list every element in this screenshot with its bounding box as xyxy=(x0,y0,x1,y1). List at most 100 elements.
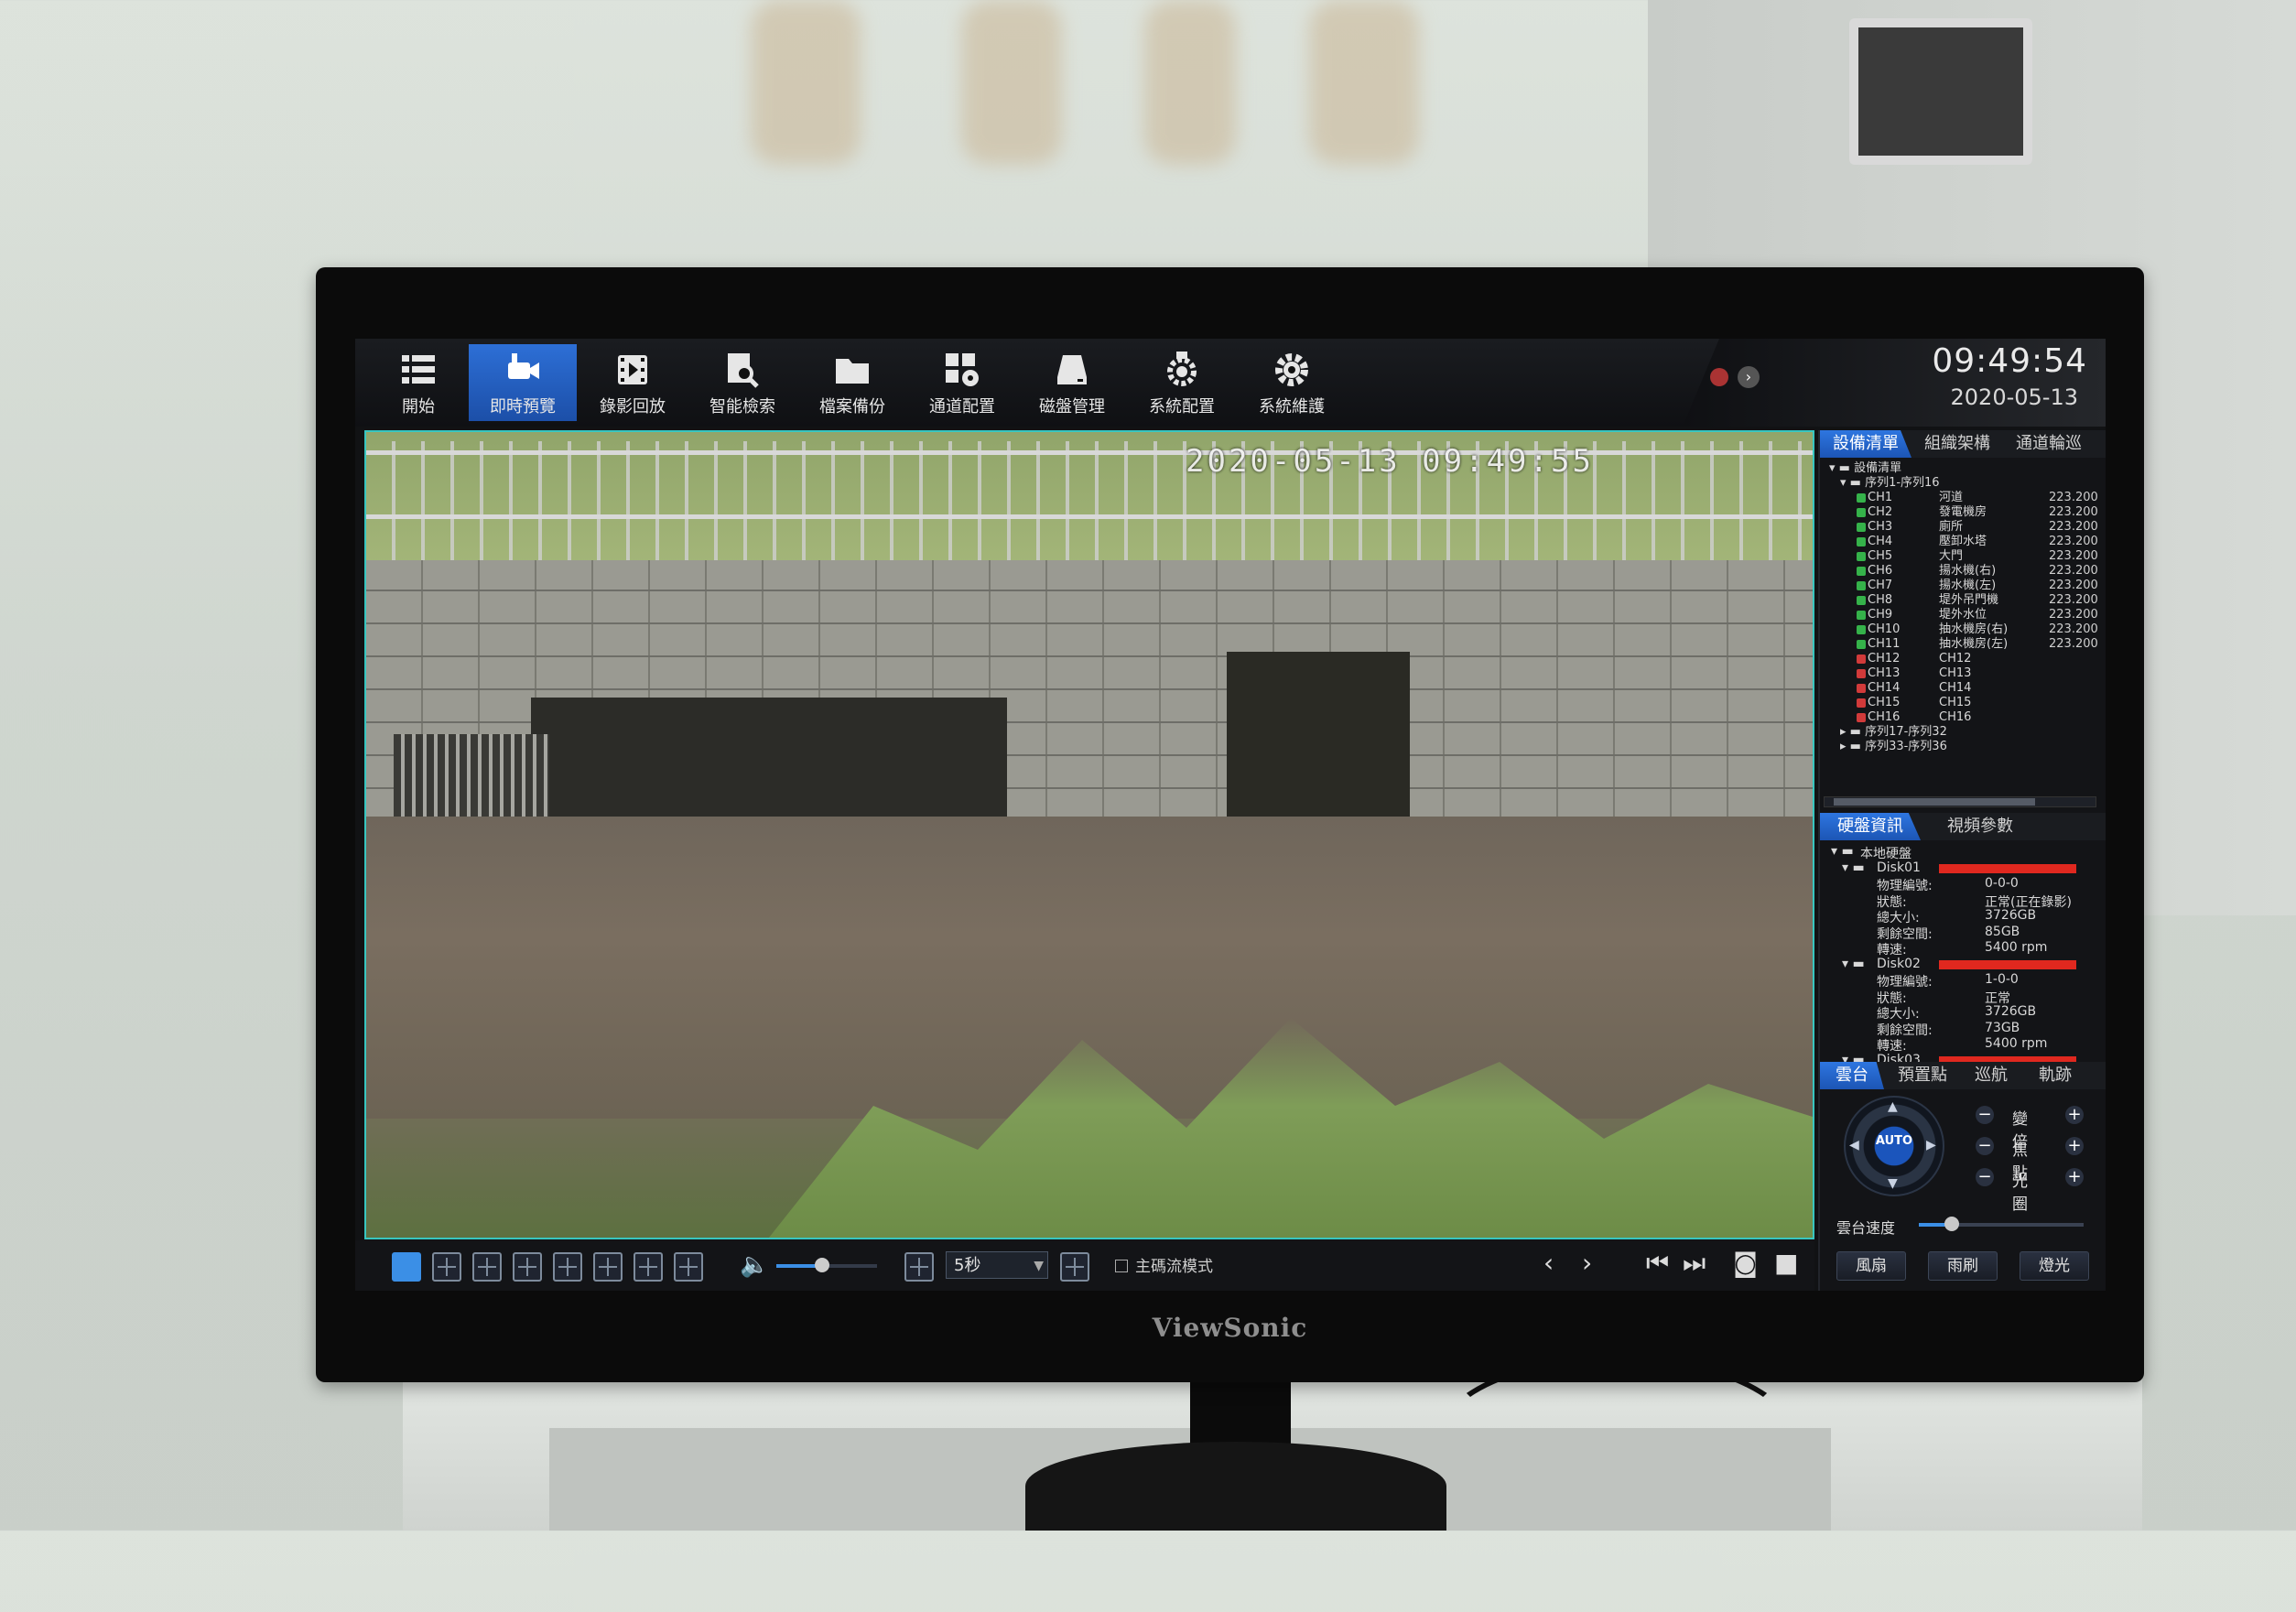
channel-row[interactable]: CH12 CH12 xyxy=(1820,652,2106,666)
channel-id: CH2 xyxy=(1868,505,1893,519)
tab-preset[interactable]: 預置點 xyxy=(1886,1062,1959,1089)
layout-4-button[interactable] xyxy=(432,1252,461,1282)
channel-name: 發電機房 xyxy=(1939,505,1987,519)
chevron-left-icon[interactable]: ‹ xyxy=(1543,1248,1554,1278)
grid-icon xyxy=(558,1258,577,1276)
record-status-icon[interactable] xyxy=(1710,368,1728,386)
live-camera-view[interactable]: 2020-05-13 09:49:55 xyxy=(364,430,1814,1239)
disk-header[interactable]: ▾ ▬ Disk01 xyxy=(1820,860,2106,877)
layout-25-button[interactable] xyxy=(634,1252,663,1282)
plus-icon[interactable]: + xyxy=(2065,1137,2084,1155)
camera-online-icon xyxy=(1857,581,1866,590)
toolbar-system-config[interactable]: 系統配置 xyxy=(1128,344,1236,421)
tab-cruise[interactable]: 巡航 xyxy=(1959,1062,2023,1089)
camera-online-icon xyxy=(1857,611,1866,620)
volume-knob[interactable] xyxy=(814,1258,829,1272)
skip-back-icon[interactable]: ⏮ xyxy=(1646,1248,1669,1279)
grid-layout-button[interactable] xyxy=(1060,1252,1089,1282)
ptz-auto-button[interactable]: AUTO xyxy=(1875,1134,1913,1148)
minus-icon[interactable]: − xyxy=(1976,1106,1994,1124)
channel-row[interactable]: CH6 揚水機(右) 223.200 xyxy=(1820,564,2106,579)
tab-track[interactable]: 軌跡 xyxy=(2023,1062,2087,1089)
plus-icon[interactable]: + xyxy=(2065,1106,2084,1124)
minus-icon[interactable]: − xyxy=(1976,1168,1994,1186)
channel-row[interactable]: CH8 堤外吊門機 223.200 xyxy=(1820,593,2106,608)
camera-offline-icon xyxy=(1857,669,1866,678)
channel-row[interactable]: CH9 堤外水位 223.200 xyxy=(1820,608,2106,622)
tree-root[interactable]: ▾ ▬ 設備清單 xyxy=(1820,461,2106,476)
toolbar-start[interactable]: 開始 xyxy=(364,344,472,421)
layout-36-button[interactable] xyxy=(674,1252,703,1282)
tree-group-label: 序列33-序列36 xyxy=(1865,740,1947,753)
channel-row[interactable]: CH16 CH16 xyxy=(1820,710,2106,725)
sequence-button[interactable] xyxy=(904,1252,934,1282)
tree-group[interactable]: ▸ ▬ 序列33-序列36 xyxy=(1820,740,2106,754)
menu-list-icon xyxy=(402,355,435,384)
toolbar-smart-search[interactable]: 智能檢索 xyxy=(688,344,796,421)
arrow-right-icon[interactable]: ▶ xyxy=(1926,1138,1936,1152)
toolbar-channel-config[interactable]: 通道配置 xyxy=(908,344,1016,421)
tab-video-params[interactable]: 視頻參數 xyxy=(1930,813,2031,840)
tab-disk-info[interactable]: 硬盤資訊 xyxy=(1820,813,1921,840)
toolbar-live-preview[interactable]: 即時預覽 xyxy=(469,344,577,421)
tree-group[interactable]: ▸ ▬ 序列17-序列32 xyxy=(1820,725,2106,740)
mainstream-checkbox[interactable] xyxy=(1115,1260,1128,1272)
channel-row[interactable]: CH10 抽水機房(右) 223.200 xyxy=(1820,622,2106,637)
layout-6-button[interactable] xyxy=(472,1252,502,1282)
chevron-right-icon[interactable]: › xyxy=(1582,1248,1592,1278)
toolbar-label: 檔案備份 xyxy=(819,397,885,417)
layout-1-button[interactable] xyxy=(392,1252,421,1282)
tab-ptz[interactable]: 雲台 xyxy=(1820,1062,1884,1089)
ptz-direction-wheel[interactable]: AUTO ▲ ▼ ◀ ▶ xyxy=(1844,1096,1944,1196)
record-video-icon[interactable]: ■ xyxy=(1774,1248,1798,1278)
speaker-icon[interactable]: 🔈 xyxy=(740,1251,769,1279)
mainstream-toggle[interactable]: 主碼流模式 xyxy=(1115,1253,1213,1276)
grid-icon xyxy=(518,1258,536,1276)
disk-header[interactable]: ▾ ▬ Disk02 xyxy=(1820,957,2106,973)
tree-group[interactable]: ▾ ▬ 序列1-序列16 xyxy=(1820,476,2106,491)
minus-icon[interactable]: − xyxy=(1976,1137,1994,1155)
layout-9-button[interactable] xyxy=(553,1252,582,1282)
arrow-left-icon[interactable]: ◀ xyxy=(1849,1138,1859,1152)
grid-icon xyxy=(599,1258,617,1276)
background-decoration xyxy=(961,0,1062,165)
channel-row[interactable]: CH3 廁所 223.200 xyxy=(1820,520,2106,535)
disk-root[interactable]: ▾ ▬ 本地硬盤 xyxy=(1820,844,2106,861)
tab-device-list[interactable]: 設備清單 xyxy=(1820,430,1912,458)
channel-row[interactable]: CH15 CH15 xyxy=(1820,696,2106,710)
layout-16-button[interactable] xyxy=(593,1252,623,1282)
ptz-speed-knob[interactable] xyxy=(1944,1217,1959,1231)
toolbar-disk-management[interactable]: 磁盤管理 xyxy=(1018,344,1126,421)
volume-slider[interactable] xyxy=(776,1258,877,1272)
ptz-speed-slider[interactable] xyxy=(1919,1217,2084,1231)
arrow-up-icon[interactable]: ▲ xyxy=(1888,1099,1898,1114)
channel-row[interactable]: CH1 河道 223.200 xyxy=(1820,491,2106,505)
light-button[interactable]: 燈光 xyxy=(2020,1251,2089,1281)
interval-select[interactable]: 5秒 ▼ xyxy=(946,1251,1048,1279)
channel-row[interactable]: CH7 揚水機(左) 223.200 xyxy=(1820,579,2106,593)
channel-row[interactable]: CH11 抽水機房(左) 223.200 xyxy=(1820,637,2106,652)
channel-row[interactable]: CH2 發電機房 223.200 xyxy=(1820,505,2106,520)
toolbar-system-maintenance[interactable]: 系統維護 xyxy=(1238,344,1346,421)
channel-row[interactable]: CH13 CH13 xyxy=(1820,666,2106,681)
channel-row[interactable]: CH5 大門 223.200 xyxy=(1820,549,2106,564)
tab-organization[interactable]: 組織架構 xyxy=(1912,430,2003,458)
toolbar-playback[interactable]: 錄影回放 xyxy=(579,344,687,421)
snapshot-camera-icon[interactable]: ◙ xyxy=(1733,1248,1758,1278)
plus-icon[interactable]: + xyxy=(2065,1168,2084,1186)
main-toolbar: 開始 即時預覽 錄影回放 智能檢索 檔案備份 通道配置 磁盤管理 系統配置 系統… xyxy=(355,339,2106,427)
skip-forward-icon[interactable]: ⏭ xyxy=(1683,1248,1706,1279)
wiper-button[interactable]: 雨刷 xyxy=(1928,1251,1998,1281)
scrollbar-thumb[interactable] xyxy=(1834,798,2035,806)
expand-arrow-icon[interactable]: › xyxy=(1738,366,1760,388)
tab-channel-patrol[interactable]: 通道輪巡 xyxy=(2003,430,2095,458)
toolbar-file-backup[interactable]: 檔案備份 xyxy=(798,344,906,421)
fan-button[interactable]: 風扇 xyxy=(1836,1251,1906,1281)
layout-8-button[interactable] xyxy=(513,1252,542,1282)
camera-online-icon xyxy=(1857,493,1866,503)
channel-row[interactable]: CH14 CH14 xyxy=(1820,681,2106,696)
arrow-down-icon[interactable]: ▼ xyxy=(1888,1176,1898,1191)
device-scrollbar[interactable] xyxy=(1824,796,2096,807)
channel-id: CH16 xyxy=(1868,710,1901,724)
channel-row[interactable]: CH4 壓卸水塔 223.200 xyxy=(1820,535,2106,549)
